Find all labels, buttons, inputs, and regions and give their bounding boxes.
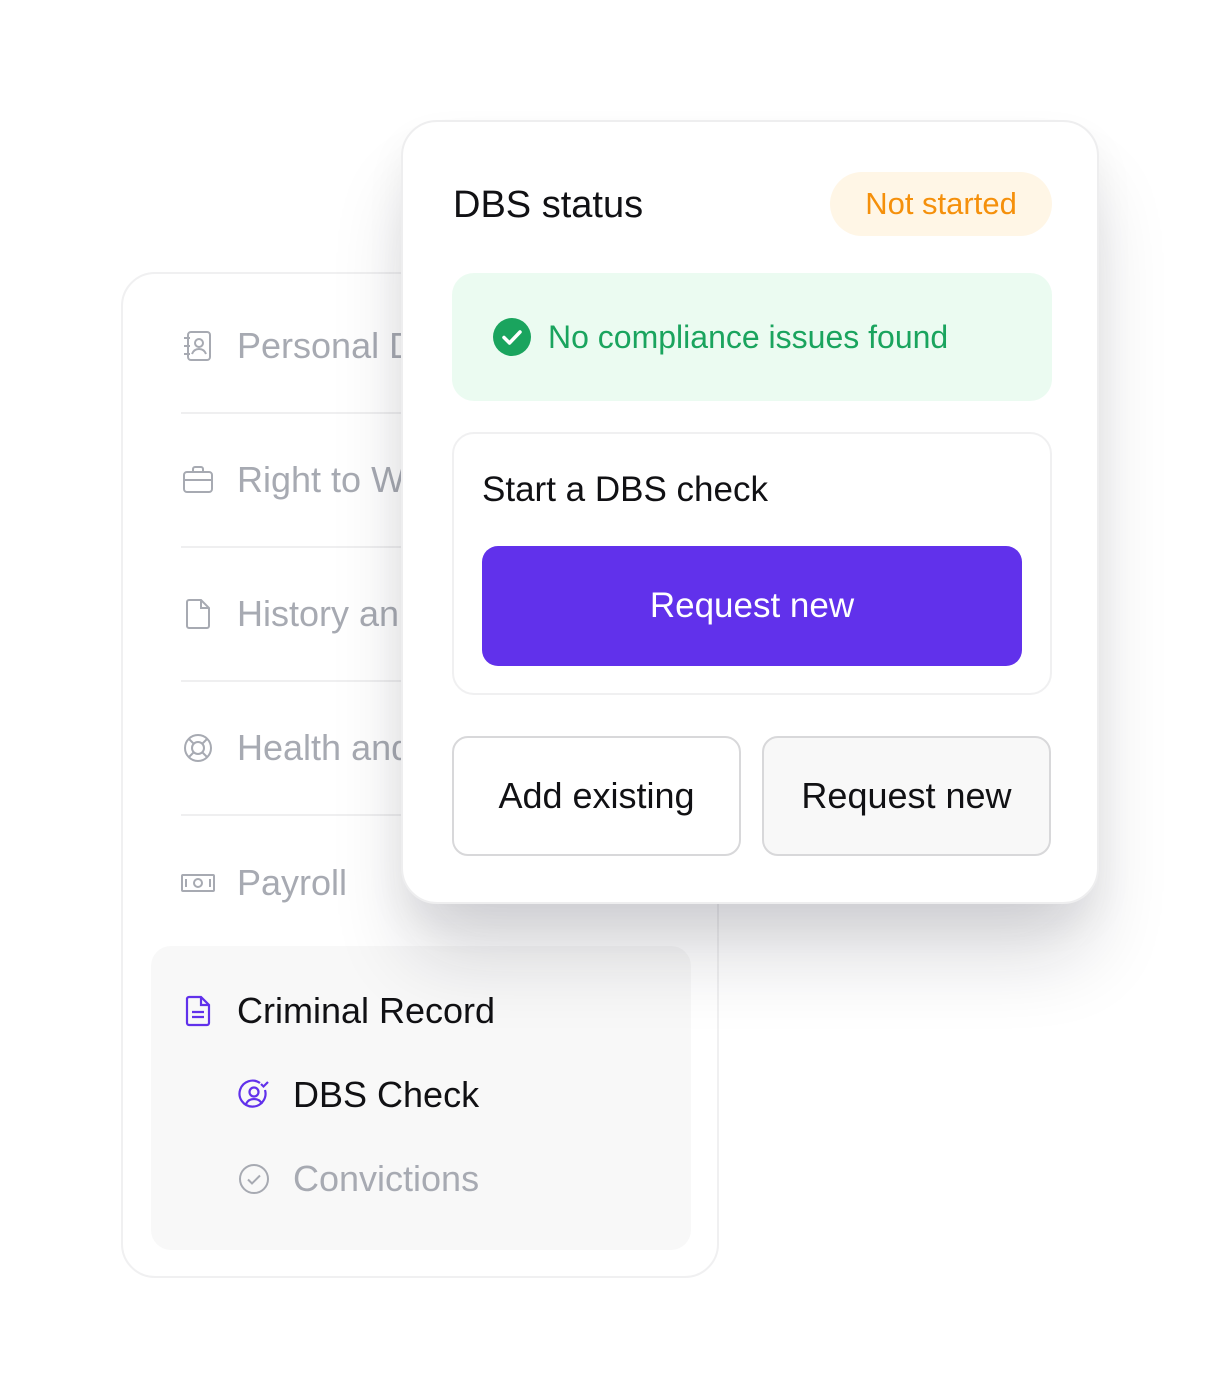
sidebar-item-label: Health and [237, 727, 412, 768]
briefcase-icon [181, 463, 215, 497]
sidebar-item-label: History an [237, 593, 400, 634]
sidebar-group-label: Criminal Record [237, 990, 496, 1031]
request-new-button[interactable]: Request new [762, 736, 1051, 856]
stage: Personal D Right to W History an Health … [0, 0, 1220, 1400]
status-badge: Not started [830, 172, 1052, 236]
lifebuoy-icon [181, 731, 215, 765]
request-new-primary-button[interactable]: Request new [482, 546, 1022, 666]
document-icon [181, 597, 215, 631]
sidebar-item-label: Payroll [237, 862, 348, 903]
sidebar-group-criminal-record: Criminal Record DBS Check Convictions [151, 946, 691, 1250]
dbs-status-card: DBS status Not started No compliance iss… [401, 120, 1099, 904]
sidebar-subitem-label: DBS Check [293, 1074, 480, 1115]
add-existing-button[interactable]: Add existing [452, 736, 741, 856]
sidebar-subitem-convictions[interactable]: Convictions [237, 1158, 479, 1200]
banknote-icon [181, 866, 215, 900]
compliance-message: No compliance issues found [548, 318, 949, 355]
check-circle-icon [237, 1162, 271, 1196]
sidebar-item-label: Personal D [237, 325, 416, 366]
start-dbs-check-title: Start a DBS check [482, 470, 768, 509]
sidebar-item-criminal-record[interactable]: Criminal Record [181, 990, 495, 1032]
sidebar-subitem-dbs-check[interactable]: DBS Check [237, 1074, 479, 1116]
card-title: DBS status [453, 184, 644, 226]
compliance-banner: No compliance issues found [452, 273, 1052, 401]
check-circle-filled-icon [492, 317, 532, 357]
user-check-icon [237, 1078, 271, 1112]
sidebar-subitem-label: Convictions [293, 1158, 480, 1199]
start-dbs-check-panel: Start a DBS check Request new [452, 432, 1052, 695]
file-text-icon [181, 994, 215, 1028]
sidebar-item-label: Right to W [237, 459, 406, 500]
contact-book-icon [181, 329, 215, 363]
